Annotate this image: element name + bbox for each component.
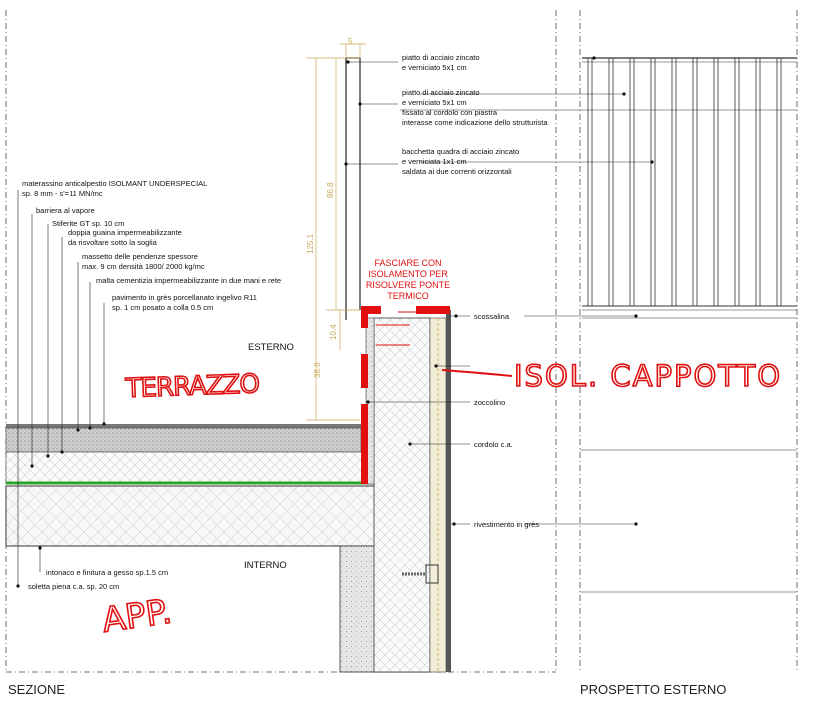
layer-3-line1: Stiferite GT sp. 10 cm [52, 219, 124, 228]
handwritten-isol: ISOL. CAPPOTTO [514, 359, 782, 393]
dim-top: 5 [348, 37, 353, 46]
railing-note-1-line1: piatto di acciaio zincato [402, 53, 480, 62]
dim-10: 10.4 [329, 324, 338, 340]
dim-125: 125.1 [306, 233, 315, 254]
red-note-line2: ISOLAMENTO PER [368, 269, 448, 279]
layer-4-line2: da risvoltare sotto la soglia [68, 238, 158, 247]
section-title: SEZIONE [8, 682, 65, 697]
red-note-line1: FASCIARE CON [374, 258, 441, 268]
railing-note-2-line1: piatto di acciaio zincato [402, 88, 480, 97]
layer-6-line1: malta cementizia impermeabilizzante in d… [96, 276, 281, 285]
railing-note-3-line1: bacchetta quadra di acciaio zincato [402, 147, 519, 156]
layer-5-line1: massetto delle pendenze spessore [82, 252, 198, 261]
layer-7-line2: sp. 1 cm posato a colla 0.5 cm [112, 303, 213, 312]
railing-note-2-line4: interasse come indicazione dello struttu… [402, 118, 548, 127]
dim-86: 86.8 [326, 182, 335, 198]
isol-arrow [441, 369, 513, 377]
layer-1-line2: sp. 8 mm - s'=11 MN/mc [22, 189, 103, 198]
drawing-sheet: materassino anticalpestio ISOLMANT UNDER… [0, 0, 825, 702]
note-soletta: soletta piena c.a. sp. 20 cm [28, 582, 119, 591]
layer-2-line1: barriera al vapore [36, 206, 95, 215]
elevation-title: PROSPETTO ESTERNO [580, 682, 726, 697]
layer-4-line1: doppia guaina impermeabilizzante [68, 228, 182, 237]
red-note-line3: RISOLVERE PONTE [366, 280, 450, 290]
section-drawing: materassino anticalpestio ISOLMANT UNDER… [5, 10, 798, 697]
handwritten-app: APP. [100, 592, 175, 641]
note-rivestimento: rivestimento in grès [474, 520, 539, 529]
red-note-line4: TERMICO [387, 291, 429, 301]
zone-interior: INTERNO [244, 560, 287, 571]
railing-note-1-line2: e verniciato 5x1 cm [402, 63, 467, 72]
dim-38: 38.6 [313, 362, 322, 378]
layer-7-line1: pavimento in grès porcellanato ingelivo … [112, 293, 257, 302]
railing-elevation [400, 57, 797, 593]
layer-5-line2: max. 9 cm densità 1800/ 2000 kg/mc [82, 262, 205, 271]
railing-note-3-line3: saldata ai due correnti orizzontali [402, 167, 512, 176]
curb [365, 310, 451, 673]
note-zoccolino: zoccolino [474, 398, 505, 407]
layer-1-line1: materassino anticalpestio ISOLMANT UNDER… [22, 179, 207, 188]
railing-note-2-line2: e verniciato 5x1 cm [402, 98, 467, 107]
railing-post [345, 57, 361, 320]
handwritten-terrazzo: TERRAZZO [124, 369, 259, 404]
railing-note-2-line3: fissato al cordolo con piastra [402, 108, 498, 117]
note-intonaco: intonaco e finitura a gesso sp.1.5 cm [46, 568, 168, 577]
zone-exterior: ESTERNO [248, 342, 294, 353]
note-scossalina: scossalina [474, 312, 510, 321]
note-cordolo: cordolo c.a. [474, 440, 513, 449]
railing-note-3-line2: e verniciata 1x1 cm [402, 157, 467, 166]
slab [5, 485, 431, 673]
